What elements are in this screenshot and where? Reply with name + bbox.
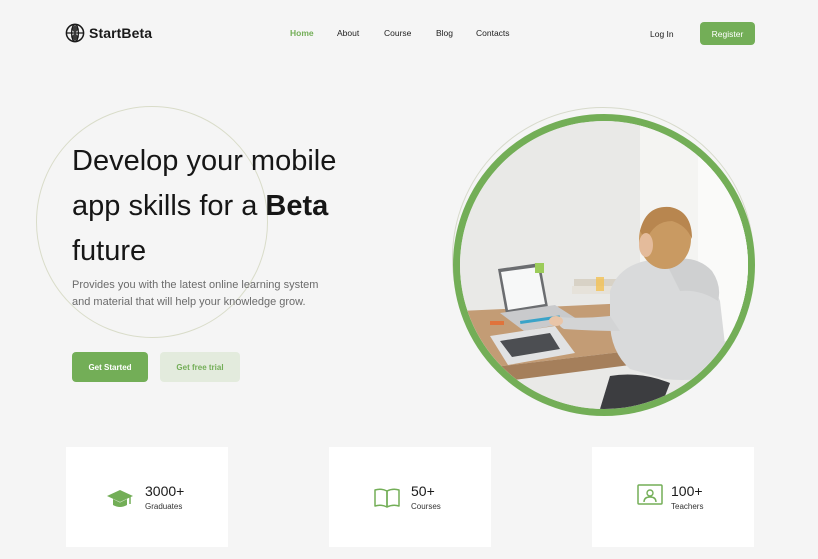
nav-item-course[interactable]: Course (384, 28, 411, 38)
graduation-cap-icon (106, 486, 134, 510)
main-nav: Home About Course Blog Contacts (0, 28, 818, 40)
hero-title: Develop your mobile app skills for a Bet… (72, 139, 412, 274)
hero-title-line-1: Develop your mobile (72, 145, 337, 177)
hero-subtitle-line-1: Provides you with the latest online lear… (72, 279, 319, 291)
stat-label: Teachers (671, 502, 704, 511)
nav-item-home[interactable]: Home (290, 28, 314, 38)
login-link[interactable]: Log In (650, 29, 674, 39)
stat-card-graduates: 3000+ Graduates (66, 447, 228, 547)
open-book-icon (373, 486, 401, 510)
stat-value: 100+ (671, 483, 703, 499)
stat-value: 50+ (411, 483, 435, 499)
stat-value: 3000+ (145, 483, 185, 499)
hero-photo (453, 114, 755, 416)
hero-title-line-2: app skills for a Beta (72, 184, 412, 229)
landing-page: StartBeta Home About Course Blog Contact… (0, 0, 818, 559)
hero-subtitle: Provides you with the latest online lear… (72, 277, 362, 311)
student-with-laptop-photo (460, 121, 748, 409)
hero-subtitle-line-2: and material that will help your knowled… (72, 296, 306, 308)
hero-title-line-2-text: app skills for a (72, 190, 266, 222)
hero-title-line-3: future (72, 235, 147, 267)
stat-label: Graduates (145, 502, 183, 511)
nav-item-blog[interactable]: Blog (436, 28, 453, 38)
teacher-board-icon (636, 483, 664, 507)
stat-card-teachers: 100+ Teachers (592, 447, 754, 547)
stat-label: Courses (411, 502, 441, 511)
get-started-button[interactable]: Get Started (72, 352, 148, 382)
stat-card-courses: 50+ Courses (329, 447, 491, 547)
nav-item-about[interactable]: About (337, 28, 359, 38)
hero-title-emphasis: Beta (265, 190, 329, 222)
register-button[interactable]: Register (700, 22, 755, 45)
nav-item-contacts[interactable]: Contacts (476, 28, 510, 38)
free-trial-button[interactable]: Get free trial (160, 352, 240, 382)
